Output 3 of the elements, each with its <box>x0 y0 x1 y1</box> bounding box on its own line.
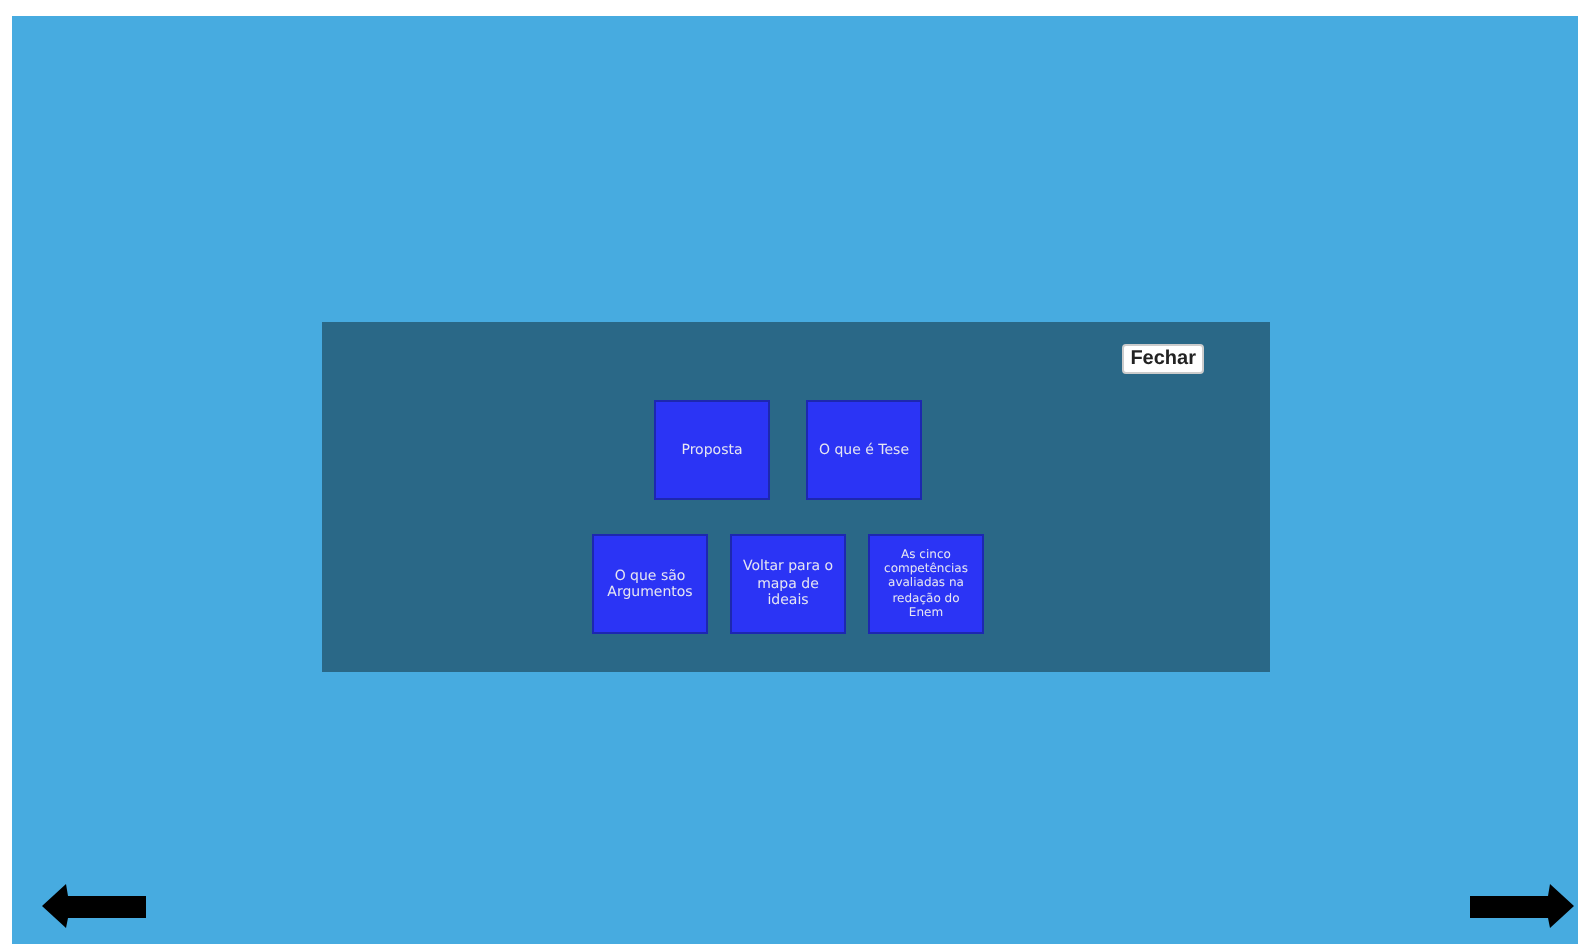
close-button[interactable]: Fechar <box>1122 344 1204 374</box>
back-arrow-icon[interactable] <box>42 884 146 928</box>
forward-arrow-icon[interactable] <box>1470 884 1574 928</box>
